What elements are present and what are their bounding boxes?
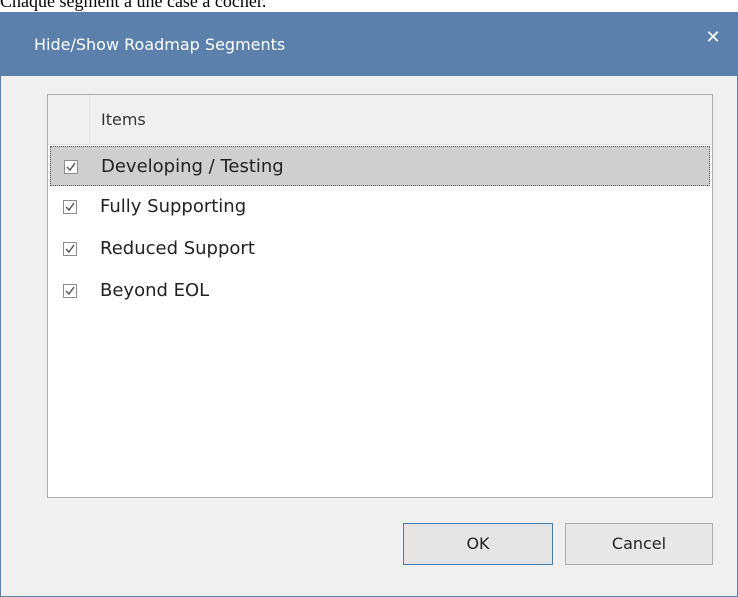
list-header: Items (48, 95, 712, 145)
segment-checkbox[interactable] (63, 242, 77, 256)
header-checkbox-column (48, 95, 90, 144)
list-item-fully-supporting[interactable]: Fully Supporting (50, 187, 710, 227)
checkmark-icon (65, 202, 75, 212)
segment-checkbox[interactable] (63, 200, 77, 214)
cancel-button[interactable]: Cancel (565, 523, 713, 565)
list-item-label: Fully Supporting (100, 196, 247, 217)
list-item-label: Reduced Support (100, 238, 255, 259)
list-item-label: Beyond EOL (100, 280, 210, 301)
segments-list: Items Developing / Testing Fully Support… (47, 94, 713, 498)
header-items-label: Items (101, 110, 146, 129)
list-item-developing-testing[interactable]: Developing / Testing (50, 146, 710, 186)
checkmark-icon (65, 286, 75, 296)
page-caption: Chaque segment a une case à cocher. (0, 0, 267, 11)
list-item-label: Developing / Testing (101, 156, 284, 177)
checkmark-icon (66, 162, 76, 172)
close-icon[interactable]: ✕ (693, 21, 733, 55)
segment-checkbox[interactable] (63, 284, 77, 298)
list-item-beyond-eol[interactable]: Beyond EOL (50, 271, 710, 311)
segment-checkbox[interactable] (64, 160, 78, 174)
dialog-titlebar[interactable]: Hide/Show Roadmap Segments ✕ (1, 13, 737, 76)
dialog-title: Hide/Show Roadmap Segments (34, 35, 286, 54)
list-item-reduced-support[interactable]: Reduced Support (50, 229, 710, 269)
roadmap-segments-dialog: Hide/Show Roadmap Segments ✕ Items Devel… (0, 12, 738, 597)
ok-button[interactable]: OK (403, 523, 553, 565)
checkmark-icon (65, 244, 75, 254)
screen: Chaque segment a une case à cocher. Hide… (0, 0, 738, 597)
